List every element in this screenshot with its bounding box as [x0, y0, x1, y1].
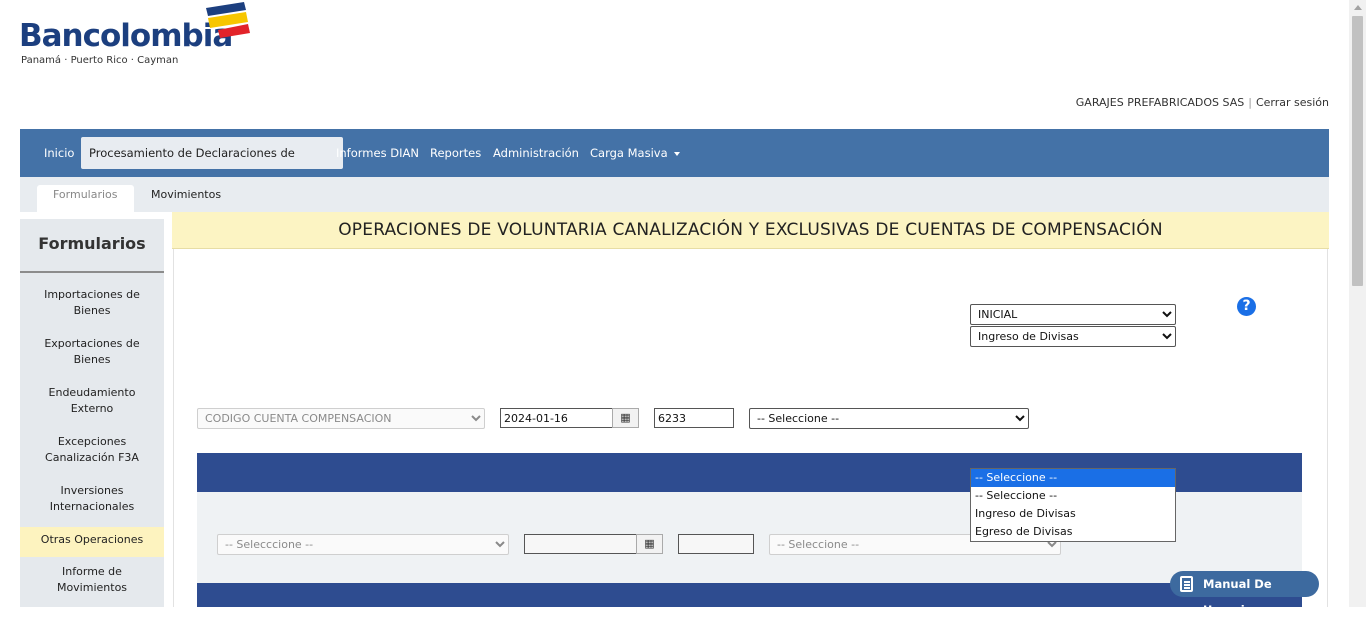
sidebar-item-label: Bienes	[73, 353, 111, 366]
brand-subtitle: Panamá · Puerto Rico · Cayman	[21, 55, 179, 66]
sub-nav: Formularios Movimientos	[20, 177, 1329, 212]
nav-item-carga-masiva[interactable]: Carga Masiva	[582, 137, 688, 169]
nav-item-procesamiento[interactable]: Procesamiento de Declaraciones de cambio	[81, 137, 343, 192]
dropdown-option[interactable]: Ingreso de Divisas	[971, 505, 1175, 523]
nav-label: Reportes	[430, 146, 482, 160]
nav-label: Informes DIAN	[336, 146, 419, 160]
separator: |	[1248, 96, 1252, 109]
sidebar-item-label: Inversiones	[60, 484, 124, 497]
sidebar-item-label: Informe de	[62, 565, 122, 578]
operation-type-select[interactable]: INICIAL	[970, 304, 1176, 325]
scroll-thumb[interactable]	[1352, 16, 1363, 286]
sidebar-item-excepciones[interactable]: Excepciones Canalización F3A	[20, 434, 164, 468]
sidebar-item-label: Exportaciones de	[44, 337, 140, 350]
nav-label: Inicio	[44, 146, 75, 160]
sidebar-item-importaciones[interactable]: Importaciones de Bienes	[20, 287, 164, 321]
sidebar-item-label: Internacionales	[49, 500, 135, 513]
sidebar-item-inversiones[interactable]: Inversiones Internacionales	[20, 483, 164, 517]
sidebar-item-otras-operaciones[interactable]: Otras Operaciones	[20, 527, 164, 557]
nav-label: Administración	[493, 146, 579, 160]
user-bar: GARAJES PREFABRICADOS SAS | Cerrar sesión	[1076, 96, 1329, 109]
calendar-icon[interactable]: ▦	[636, 534, 663, 554]
sidebar-item-label: Externo	[70, 402, 114, 415]
code-input[interactable]	[654, 408, 734, 428]
calendar-icon[interactable]: ▦	[612, 408, 639, 428]
nav-item-reportes[interactable]: Reportes	[422, 137, 489, 169]
sidebar-item-label: Movimientos	[56, 581, 128, 594]
sidebar-item-exportaciones[interactable]: Exportaciones de Bienes	[20, 336, 164, 370]
company-name: GARAJES PREFABRICADOS SAS	[1075, 96, 1245, 109]
row2-select-1[interactable]: -- Selecccione --	[217, 534, 509, 555]
page-scrollbar[interactable]	[1349, 0, 1366, 607]
dropdown-option[interactable]: Egreso de Divisas	[971, 523, 1175, 541]
section-header-bar-2	[197, 583, 1302, 607]
caret-down-icon	[673, 151, 680, 156]
tab-label: Formularios	[53, 188, 118, 201]
dropdown-list: -- Seleccione -- -- Seleccione -- Ingres…	[970, 468, 1176, 542]
flow-type-select[interactable]: Ingreso de Divisas	[970, 326, 1176, 347]
tab-label: Movimientos	[151, 188, 222, 201]
dropdown-option[interactable]: -- Seleccione --	[971, 487, 1175, 505]
sidebar-item-label: Excepciones	[57, 435, 127, 448]
tab-formularios[interactable]: Formularios	[37, 185, 134, 212]
sidebar-item-label: Endeudamiento	[48, 386, 136, 399]
scroll-up-icon[interactable]	[1354, 5, 1362, 10]
user-manual-button[interactable]: Manual De Usuario	[1170, 571, 1319, 617]
row1-select[interactable]: -- Seleccione --	[749, 408, 1029, 429]
nav-item-administracion[interactable]: Administración	[485, 137, 587, 169]
nav-item-inicio[interactable]: Inicio	[36, 137, 82, 169]
sidebar-item-label: Otras Operaciones	[40, 533, 144, 546]
tab-movimientos[interactable]: Movimientos	[135, 185, 237, 212]
row2-date-input[interactable]	[524, 534, 637, 554]
nav-item-informes-dian[interactable]: Informes DIAN	[328, 137, 427, 169]
brand-logo-mark	[206, 2, 250, 38]
logout-link[interactable]: Cerrar sesión	[1256, 96, 1329, 109]
question-circle-icon[interactable]: ?	[1237, 297, 1256, 316]
compensation-account-select[interactable]: CODIGO CUENTA COMPENSACION	[197, 408, 485, 429]
form-title: OPERACIONES DE VOLUNTARIA CANALIZACIÓN Y…	[172, 212, 1329, 249]
sidebar: Formularios Importaciones de Bienes Expor…	[20, 219, 164, 607]
sidebar-item-informe-movimientos[interactable]: Informe de Movimientos	[20, 564, 164, 598]
book-icon	[1180, 576, 1193, 592]
sidebar-item-label: Importaciones de	[44, 288, 140, 301]
row2-code-input[interactable]	[678, 534, 754, 554]
sidebar-item-endeudamiento[interactable]: Endeudamiento Externo	[20, 385, 164, 419]
sidebar-item-label: Bienes	[73, 304, 111, 317]
sidebar-title: Formularios	[20, 219, 164, 273]
main-nav: Inicio Procesamiento de Declaraciones de…	[20, 129, 1329, 192]
dropdown-option[interactable]: -- Seleccione --	[971, 469, 1175, 487]
date-input[interactable]	[500, 408, 613, 428]
nav-label: Carga Masiva	[590, 146, 668, 160]
sidebar-item-label: Canalización F3A	[45, 451, 139, 464]
